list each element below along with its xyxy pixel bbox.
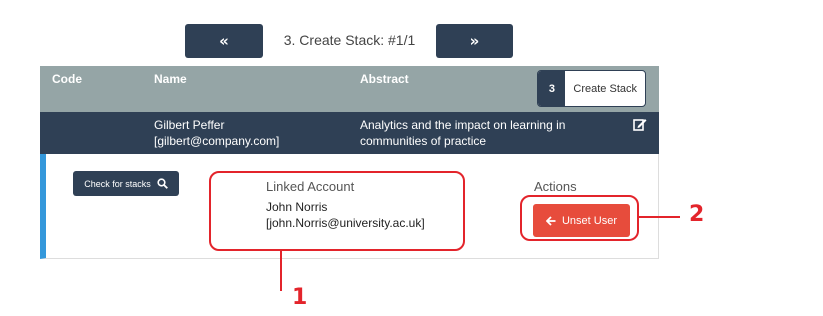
- previous-label: «: [219, 32, 229, 50]
- stack-count-badge: 3: [538, 71, 566, 106]
- callout-number-1: 1: [292, 285, 308, 310]
- table-row: Gilbert Peffer [gilbert@company.com] Ana…: [40, 112, 659, 154]
- pager-label: 3. Create Stack: #1/1: [283, 32, 416, 48]
- search-icon: [157, 178, 168, 189]
- next-label: »: [469, 32, 480, 50]
- callout-box-linked-account: [209, 171, 465, 251]
- edit-icon[interactable]: [633, 117, 647, 131]
- row-abstract: Analytics and the impact on learning in …: [360, 118, 566, 148]
- previous-button[interactable]: «: [185, 24, 263, 58]
- column-header-abstract: Abstract: [360, 72, 409, 86]
- row-email: [gilbert@company.com]: [154, 134, 280, 148]
- column-header-name: Name: [154, 72, 187, 86]
- next-button[interactable]: »: [436, 24, 513, 58]
- row-name: Gilbert Peffer: [154, 118, 225, 132]
- actions-title: Actions: [534, 179, 577, 194]
- callout-line-1: [280, 251, 282, 291]
- create-stack-button[interactable]: 3 Create Stack: [537, 70, 646, 107]
- check-for-stacks-button[interactable]: Check for stacks: [73, 171, 179, 196]
- create-stack-label: Create Stack: [573, 82, 637, 95]
- check-for-stacks-label: Check for stacks: [84, 178, 151, 189]
- column-header-code: Code: [52, 72, 82, 86]
- callout-box-unset-user: [520, 195, 639, 241]
- row-name-cell: Gilbert Peffer [gilbert@company.com]: [154, 117, 279, 149]
- table-header: Code Name Abstract 3 Create Stack: [40, 66, 659, 112]
- callout-number-2: 2: [689, 202, 705, 227]
- callout-line-2: [639, 216, 680, 218]
